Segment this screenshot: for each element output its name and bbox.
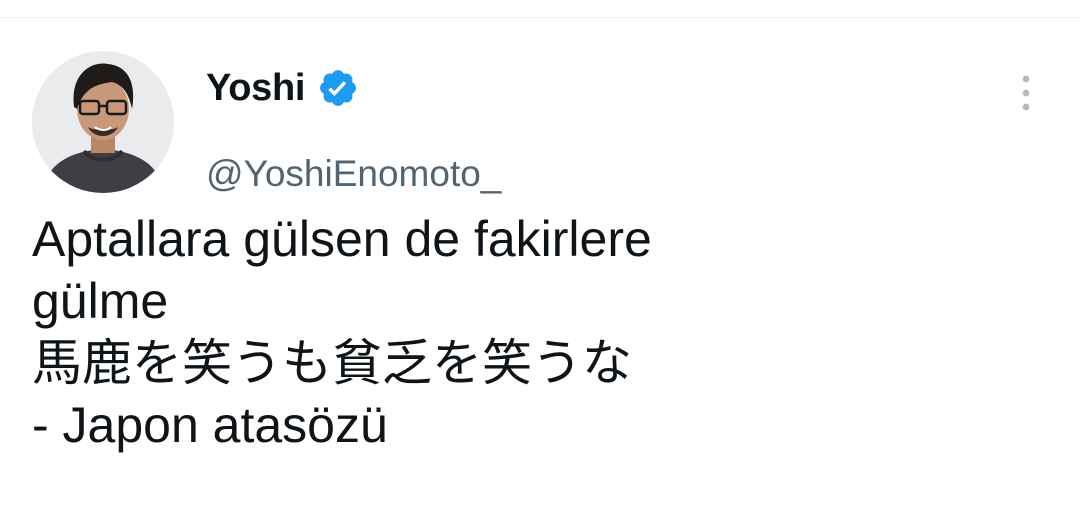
tweet-line: Aptallara gülsen de fakirlere xyxy=(32,211,652,267)
author-name-row[interactable]: Yoshi xyxy=(206,66,359,110)
verified-badge-icon xyxy=(317,67,359,109)
tweet-line: 馬鹿を笑うも貧乏を笑うな xyxy=(32,335,632,391)
tweet-line: - Japon atasözü xyxy=(32,397,388,453)
author-handle[interactable]: @YoshiEnomoto_ xyxy=(206,152,501,196)
avatar[interactable] xyxy=(32,51,174,193)
display-name[interactable]: Yoshi xyxy=(206,66,305,110)
tweet-line: gülme xyxy=(32,273,169,329)
more-vertical-icon[interactable] xyxy=(1010,72,1042,114)
tweet[interactable]: Yoshi @YoshiEnomoto_ Aptallara gülsen de… xyxy=(0,18,1080,532)
tweet-text: Aptallara gülsen de fakirlere gülme 馬鹿を笑… xyxy=(32,208,1032,456)
avatar-image xyxy=(32,51,174,193)
